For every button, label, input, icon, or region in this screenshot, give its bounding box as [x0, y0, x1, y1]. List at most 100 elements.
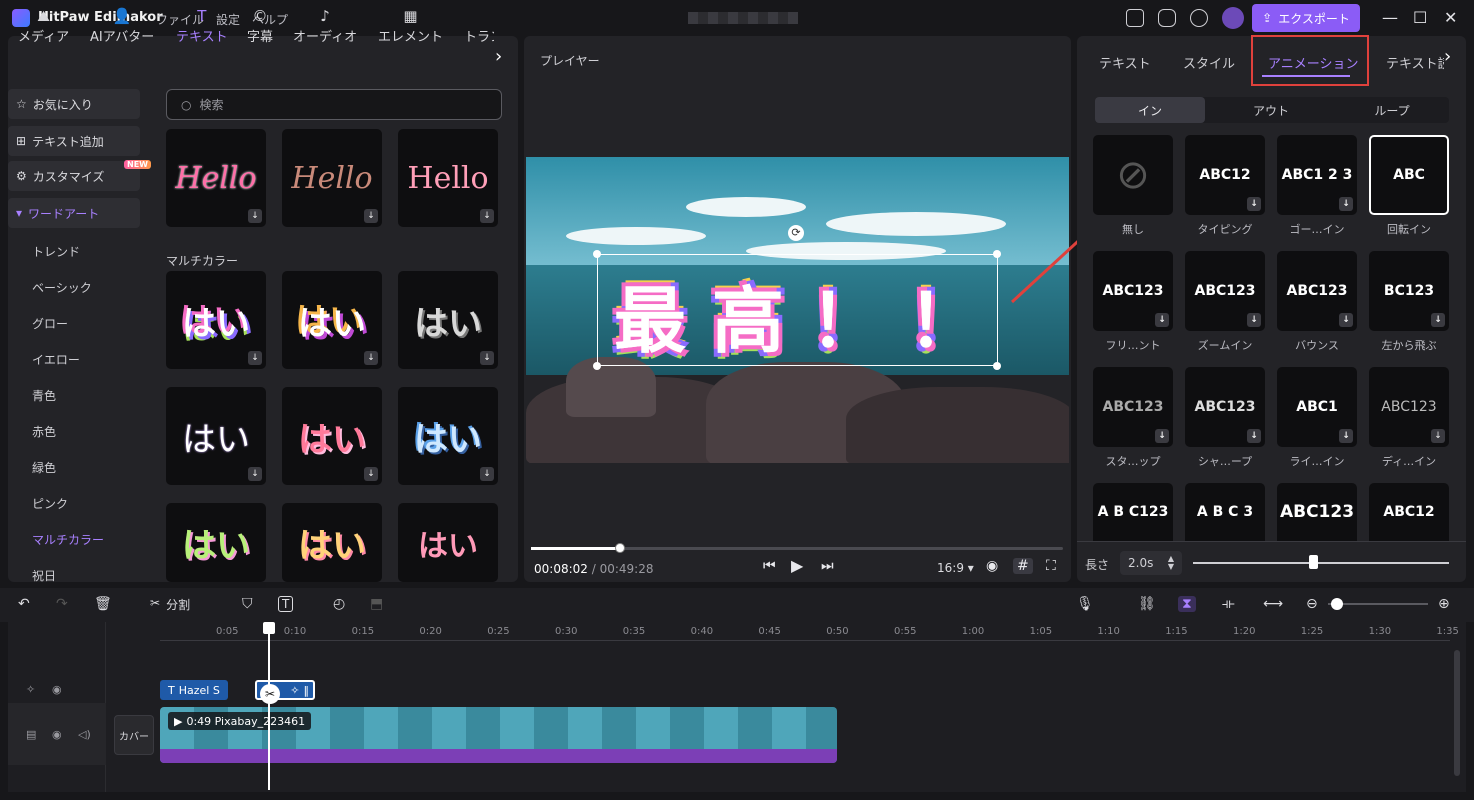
animation-option[interactable]: ABC123 [1277, 483, 1357, 541]
sidebar-item-favorites[interactable]: ☆ お気に入り [8, 89, 140, 119]
segment-out[interactable]: アウト [1216, 97, 1326, 123]
animation-option[interactable]: A B C 3 [1185, 483, 1265, 541]
tabs-scroll-right-icon[interactable]: › [495, 46, 502, 67]
maximize-icon[interactable]: ☐ [1413, 8, 1427, 27]
text-clip[interactable]: T Hazel S [160, 680, 228, 700]
animation-option-selected[interactable]: ABC [1369, 135, 1449, 215]
animation-option[interactable]: ABC12 [1369, 483, 1449, 541]
playhead[interactable] [268, 624, 270, 790]
resize-handle[interactable] [993, 362, 1001, 370]
download-icon[interactable]: ↓ [1339, 429, 1353, 443]
link-icon[interactable]: ⛓ [1138, 596, 1156, 612]
zoom-in-icon[interactable]: ⊕ [1438, 596, 1450, 612]
grid-icon[interactable]: # [1013, 558, 1033, 574]
user-avatar[interactable] [1222, 7, 1244, 29]
tab-caption[interactable]: © 字幕 [247, 6, 273, 46]
animation-option[interactable]: ABC123 ↓ [1369, 367, 1449, 447]
eye-icon[interactable]: ◉ [52, 728, 62, 741]
delete-icon[interactable]: 🗑 [94, 596, 112, 612]
clip-handle-icon[interactable]: ‖ [304, 684, 310, 697]
download-icon[interactable]: ↓ [1155, 429, 1169, 443]
subitem-glow[interactable]: グロー [32, 315, 68, 332]
text-tool-icon[interactable]: T [278, 596, 294, 612]
animation-option[interactable]: ABC123 ↓ [1185, 367, 1265, 447]
eye-icon[interactable]: ◉ [52, 683, 62, 696]
animation-option[interactable]: ABC123 ↓ [1093, 251, 1173, 331]
layout-icon[interactable] [1126, 9, 1144, 27]
zoom-out-icon[interactable]: ⊖ [1306, 596, 1318, 612]
minimize-icon[interactable]: — [1382, 8, 1398, 27]
sidebar-item-customize[interactable]: ⚙ カスタマイズ [8, 161, 140, 191]
redo-icon[interactable]: ↷ [56, 596, 68, 612]
resize-handle[interactable] [593, 250, 601, 258]
tab-text[interactable]: T テキスト [176, 6, 228, 46]
download-icon[interactable]: ↓ [248, 209, 262, 223]
next-frame-icon[interactable]: ⏭ [821, 558, 834, 574]
play-icon[interactable]: ▶ [791, 556, 803, 575]
animation-none[interactable]: ⊘ [1093, 135, 1173, 215]
film-icon[interactable]: ▤ [26, 728, 36, 741]
subitem-basic[interactable]: ベーシック [32, 279, 92, 296]
download-icon[interactable]: ↓ [248, 467, 262, 481]
subitem-multicolor[interactable]: マルチカラー [32, 531, 104, 548]
animation-option[interactable]: A B C123 [1093, 483, 1173, 541]
download-icon[interactable]: ↓ [364, 209, 378, 223]
wordart-card[interactable]: はい [282, 503, 382, 582]
tab-transition[interactable]: トラン [464, 6, 494, 46]
download-icon[interactable]: ↓ [1339, 197, 1353, 211]
animation-option[interactable]: ABC123 ↓ [1277, 251, 1357, 331]
animation-option[interactable]: ABC1 2 3 ↓ [1277, 135, 1357, 215]
prev-frame-icon[interactable]: ⏮ [763, 558, 776, 574]
subitem-green[interactable]: 緑色 [32, 459, 56, 476]
sidebar-item-add-text[interactable]: ⊞ テキスト追加 [8, 126, 140, 156]
search-input[interactable]: ○ 検索 [166, 89, 502, 120]
download-icon[interactable]: ↓ [1339, 313, 1353, 327]
subitem-blue[interactable]: 青色 [32, 387, 56, 404]
cover-button[interactable]: カバー [114, 715, 154, 755]
feedback-icon[interactable] [1158, 9, 1176, 27]
subitem-yellow[interactable]: イエロー [32, 351, 80, 368]
length-slider-knob[interactable] [1309, 555, 1318, 569]
wordart-card[interactable]: Hello ↓ [282, 129, 382, 227]
timeline-scrollbar[interactable] [1454, 650, 1460, 776]
volume-icon[interactable]: ◁) [78, 728, 91, 741]
wordart-card[interactable]: はい ↓ [282, 271, 382, 369]
tab-media[interactable]: ⛰ メディア [18, 6, 69, 46]
tab-text-props[interactable]: テキスト [1099, 53, 1151, 72]
download-icon[interactable]: ↓ [248, 351, 262, 365]
wordart-card[interactable]: はい ↓ [398, 387, 498, 485]
animation-option[interactable]: ABC123 ↓ [1093, 367, 1173, 447]
resize-handle[interactable] [593, 362, 601, 370]
wordart-card[interactable]: はい ↓ [398, 271, 498, 369]
download-icon[interactable]: ↓ [1247, 313, 1261, 327]
fit-icon[interactable]: ⟷ [1263, 596, 1283, 612]
stepper-icon[interactable]: ▲ ▼ [1168, 555, 1174, 571]
length-input[interactable]: 2.0s ▲ ▼ [1120, 551, 1182, 575]
download-icon[interactable]: ↓ [1247, 197, 1261, 211]
tab-text-to-speech[interactable]: テキスト読 [1386, 53, 1444, 72]
zoom-slider[interactable] [1328, 603, 1428, 605]
segment-loop[interactable]: ループ [1337, 97, 1447, 123]
animation-option[interactable]: BC123 ↓ [1369, 251, 1449, 331]
download-icon[interactable]: ↓ [1247, 429, 1261, 443]
export-button[interactable]: ⇪ エクスポート [1252, 4, 1360, 32]
download-icon[interactable]: ↓ [364, 351, 378, 365]
marker-icon[interactable]: ⛉ [242, 596, 253, 612]
split-audio-icon[interactable]: ⟛ [1222, 596, 1235, 612]
wordart-card[interactable]: はい [398, 503, 498, 582]
segment-in[interactable]: イン [1095, 97, 1205, 123]
tab-style[interactable]: スタイル [1183, 53, 1235, 72]
split-button[interactable]: ✂ 分割 [150, 596, 190, 613]
download-icon[interactable]: ↓ [1431, 429, 1445, 443]
subitem-pink[interactable]: ピンク [32, 495, 68, 512]
wordart-card[interactable]: Hello ↓ [398, 129, 498, 227]
aspect-ratio-select[interactable]: 16:9 ▾ [937, 561, 974, 575]
animation-option[interactable]: ABC12 ↓ [1185, 135, 1265, 215]
download-icon[interactable]: ↓ [480, 351, 494, 365]
wordart-card[interactable]: はい [166, 503, 266, 582]
download-icon[interactable]: ↓ [1155, 313, 1169, 327]
microphone-icon[interactable]: 🎙 [1076, 596, 1094, 612]
wordart-card[interactable]: はい ↓ [166, 271, 266, 369]
wordart-card[interactable]: Hello ↓ [166, 129, 266, 227]
wordart-card[interactable]: はい ↓ [282, 387, 382, 485]
